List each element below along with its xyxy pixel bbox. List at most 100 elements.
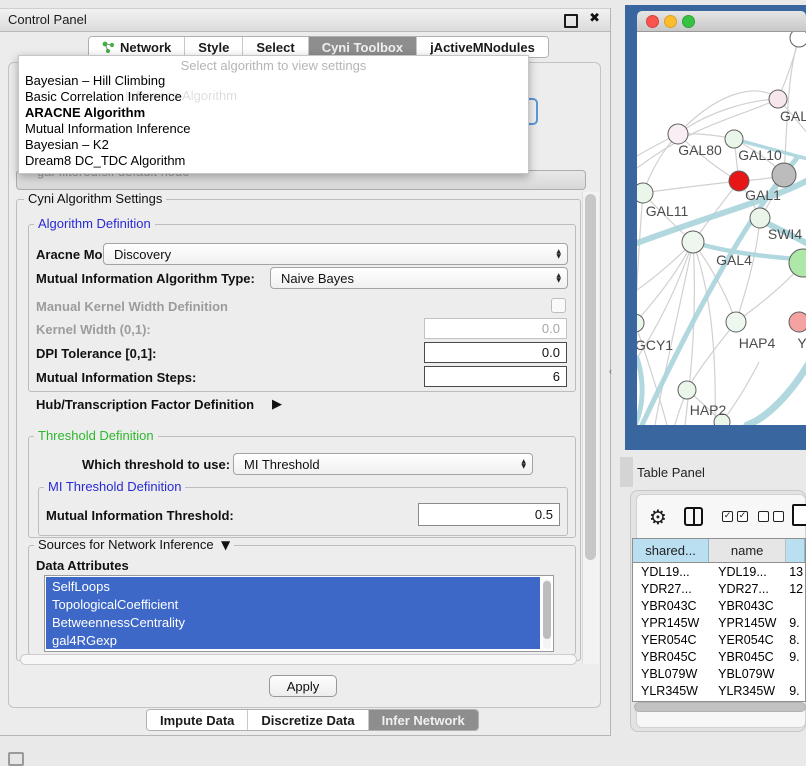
cell[interactable]: YBR043C: [633, 599, 709, 613]
node[interactable]: [637, 314, 644, 332]
table-row[interactable]: YDL19... YDL19... 13: [633, 563, 805, 580]
node[interactable]: [789, 249, 806, 277]
table-panel-title: Table Panel: [637, 465, 705, 480]
cell[interactable]: 9.: [786, 684, 805, 698]
sources-title[interactable]: Sources for Network Inference: [34, 538, 218, 552]
cell[interactable]: YBL079W: [709, 667, 786, 681]
column-header[interactable]: name: [709, 539, 786, 562]
cell[interactable]: YDL19...: [709, 565, 786, 579]
table-row[interactable]: YLR345W YLR345W 9.: [633, 682, 805, 699]
cell[interactable]: YLR345W: [709, 684, 786, 698]
settings-horizontal-scrollbar[interactable]: [20, 654, 577, 665]
cell[interactable]: 12: [786, 582, 805, 596]
table-row[interactable]: YER054C YER054C 8.: [633, 631, 805, 648]
manual-kernel-checkbox[interactable]: [551, 298, 566, 313]
hub-expander-label[interactable]: Hub/Transcription Factor Definition: [36, 397, 254, 412]
list-item[interactable]: TopologicalCoefficient: [46, 595, 540, 613]
cell[interactable]: YPR145W: [709, 616, 786, 630]
close-icon[interactable]: ✖: [589, 11, 600, 26]
node[interactable]: [772, 163, 796, 187]
network-view-frame: GAL GAL80 GAL10 GAL1 GAL11 SWI4 GAL4 GCY…: [625, 5, 806, 450]
mi-threshold-input[interactable]: 0.5: [418, 503, 560, 526]
scrollbar-thumb[interactable]: [585, 194, 596, 560]
node[interactable]: [678, 381, 696, 399]
export-table-icon[interactable]: [792, 504, 806, 526]
tab-network[interactable]: Network: [89, 37, 185, 57]
node[interactable]: [637, 183, 653, 203]
node[interactable]: [789, 312, 806, 332]
cell[interactable]: YBL079W: [633, 667, 709, 681]
algorithm-option[interactable]: Bayesian – K2: [25, 137, 109, 153]
settings-vertical-scrollbar[interactable]: [582, 192, 599, 664]
cell[interactable]: YBR045C: [633, 650, 709, 664]
table-row[interactable]: YBR043C YBR043C: [633, 597, 805, 614]
node[interactable]: [790, 32, 806, 47]
node[interactable]: [725, 130, 743, 148]
column-header[interactable]: [786, 539, 805, 562]
tab-network-label: Network: [120, 40, 171, 55]
data-attributes-list: SelfLoops TopologicalCoefficient Between…: [44, 575, 554, 652]
zoom-traffic-light[interactable]: [682, 15, 695, 28]
node[interactable]: [682, 231, 704, 253]
table-row[interactable]: YBL079W YBL079W: [633, 665, 805, 682]
tab-style[interactable]: Style: [185, 37, 243, 57]
mi-steps-input[interactable]: 6: [424, 366, 567, 387]
cell[interactable]: 8.: [786, 633, 805, 647]
network-canvas[interactable]: GAL GAL80 GAL10 GAL1 GAL11 SWI4 GAL4 GCY…: [637, 32, 806, 425]
minimize-traffic-light[interactable]: [664, 15, 677, 28]
tab-discretize-data[interactable]: Discretize Data: [248, 710, 368, 730]
apply-button[interactable]: Apply: [269, 675, 337, 697]
minimized-panel-icon[interactable]: [8, 752, 24, 766]
table-horizontal-scrollbar[interactable]: [634, 702, 806, 712]
cell[interactable]: 9.: [786, 616, 805, 630]
cell[interactable]: YDR27...: [709, 582, 786, 596]
unchecked-box-icon: [758, 511, 769, 522]
list-item[interactable]: gal4RGexp: [46, 631, 540, 649]
which-threshold-select[interactable]: MI Threshold ▲▼: [233, 453, 533, 475]
sources-expanded-icon[interactable]: ▼: [217, 538, 234, 552]
cell[interactable]: YDL19...: [633, 565, 709, 579]
algorithm-option-selected[interactable]: ARACNE Algorithm: [25, 105, 145, 121]
close-traffic-light[interactable]: [646, 15, 659, 28]
columns-icon[interactable]: [684, 507, 703, 526]
cell[interactable]: YBR045C: [709, 650, 786, 664]
list-item[interactable]: BetweennessCentrality: [46, 613, 540, 631]
node[interactable]: [769, 90, 787, 108]
hide-columns-icon[interactable]: [758, 511, 784, 522]
tab-select[interactable]: Select: [243, 37, 308, 57]
float-window-icon[interactable]: [564, 14, 578, 28]
mi-type-select[interactable]: Naive Bayes ▲▼: [270, 267, 568, 289]
aracne-mode-select[interactable]: Discovery ▲▼: [103, 243, 568, 265]
network-window-titlebar[interactable]: [637, 11, 806, 32]
table-row[interactable]: YBR045C YBR045C 9.: [633, 648, 805, 665]
cell[interactable]: 13: [786, 565, 805, 579]
algorithm-option[interactable]: Mutual Information Inference: [25, 121, 190, 137]
node[interactable]: [668, 124, 688, 144]
node[interactable]: [750, 208, 770, 228]
algorithm-option[interactable]: Bayesian – Hill Climbing: [25, 73, 165, 89]
cell[interactable]: YER054C: [709, 633, 786, 647]
cell[interactable]: YPR145W: [633, 616, 709, 630]
algorithm-option[interactable]: Dream8 DC_TDC Algorithm: [25, 153, 185, 169]
tab-infer-network[interactable]: Infer Network: [369, 710, 478, 730]
expander-collapsed-icon[interactable]: ▶: [272, 397, 282, 412]
tab-jactivemnodules[interactable]: jActiveMNodules: [417, 37, 548, 57]
column-header[interactable]: shared...: [633, 539, 709, 562]
show-columns-icon[interactable]: ✓ ✓: [722, 511, 748, 522]
table-row[interactable]: YDR27... YDR27... 12: [633, 580, 805, 597]
cell[interactable]: YBR043C: [709, 599, 786, 613]
tab-cyni-toolbox[interactable]: Cyni Toolbox: [309, 37, 417, 57]
cell[interactable]: 9.: [786, 650, 805, 664]
table-row[interactable]: YPR145W YPR145W 9.: [633, 614, 805, 631]
node[interactable]: [726, 312, 746, 332]
splitter-collapse-handle[interactable]: ‹: [609, 366, 612, 376]
cell[interactable]: YLR345W: [633, 684, 709, 698]
dpi-tolerance-input[interactable]: 0.0: [424, 342, 567, 363]
gear-icon[interactable]: ⚙: [649, 505, 667, 529]
kernel-width-input[interactable]: 0.0: [424, 318, 567, 339]
cell[interactable]: YER054C: [633, 633, 709, 647]
cell[interactable]: YDR27...: [633, 582, 709, 596]
list-vertical-scrollbar[interactable]: [543, 579, 551, 649]
list-item[interactable]: SelfLoops: [46, 577, 540, 595]
tab-impute-data[interactable]: Impute Data: [147, 710, 248, 730]
